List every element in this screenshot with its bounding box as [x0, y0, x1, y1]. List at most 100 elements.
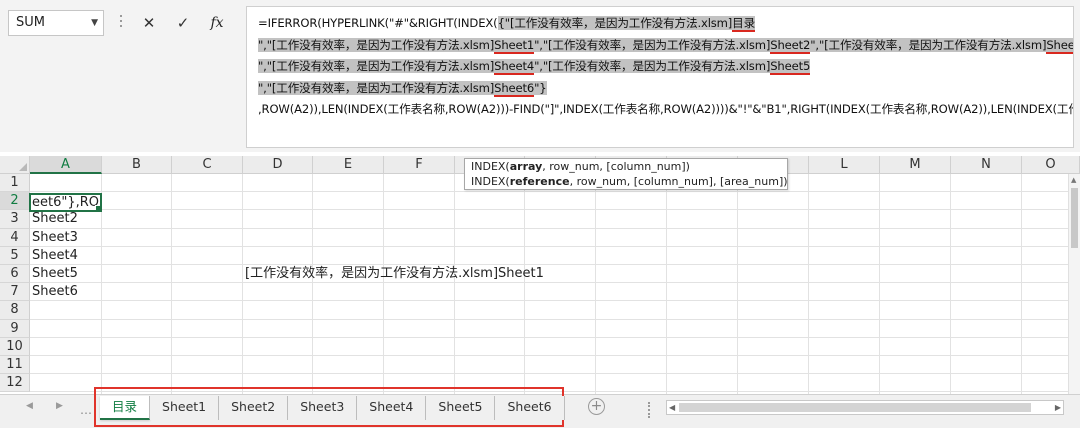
row-header-1[interactable]: 1 [0, 174, 30, 193]
scroll-left-icon[interactable]: ◀ [669, 401, 675, 414]
tooltip-line-2[interactable]: INDEX(reference, row_num, [column_num], … [471, 174, 788, 189]
grid-hline [30, 300, 1080, 302]
formula-input[interactable]: =IFERROR(HYPERLINK("#"&RIGHT(INDEX({"[工作… [246, 6, 1074, 148]
row-header-9[interactable]: 9 [0, 319, 30, 338]
formula-sheet-ref: Sheet1 [494, 37, 535, 54]
column-header-o[interactable]: O [1022, 156, 1080, 174]
formula-sheet-ref: Sheet4 [494, 59, 535, 75]
formula-token: ","[工作没有效率，是因为工作没有方法.xlsm] [534, 59, 771, 73]
formula-token: ","[工作没有效率， [258, 80, 357, 95]
check-icon[interactable]: ✓ [166, 10, 200, 36]
scroll-up-icon[interactable]: ▲ [1071, 176, 1076, 184]
formula-token: ","[工作没有效率，是因为工作没有 [258, 37, 437, 52]
tab-split-handle[interactable] [648, 402, 652, 418]
column-header-e[interactable]: E [313, 156, 384, 174]
formula-token: ","[工作没有效率，是因为工作没有方法.xlsm] [810, 37, 1047, 52]
active-cell-text: Sheet6"},RO [31, 195, 99, 210]
grid-hline [30, 264, 1080, 265]
formula-token: =IFERROR(HYPERLINK("#"&RIGHT(INDEX( [258, 16, 498, 30]
formula-bar-area: SUM ▼ ✕ ✓ fx =IFERROR(HYPERLINK("#"&RIGH… [0, 0, 1080, 152]
row-header-10[interactable]: 10 [0, 337, 30, 356]
cell-a3[interactable]: Sheet2 [32, 210, 78, 228]
scroll-thumb[interactable] [1071, 188, 1078, 248]
column-header-c[interactable]: C [172, 156, 243, 174]
cell-d6[interactable]: [工作没有效率，是因为工作没有方法.xlsm]Sheet1 [245, 265, 544, 283]
tab-prev-icon[interactable]: ◀ [26, 401, 33, 411]
grid-vline [1021, 174, 1022, 394]
row-header-5[interactable]: 5 [0, 246, 30, 265]
column-header-a[interactable]: A [30, 156, 102, 174]
cell-a6[interactable]: Sheet5 [32, 265, 78, 283]
formula-token: "} [534, 80, 547, 95]
grid-vline [737, 174, 738, 394]
grid-hline [30, 318, 1080, 320]
sheet-tabs: 目录 Sheet1 Sheet2 Sheet3 Sheet4 Sheet5 Sheet6 [100, 396, 565, 420]
scroll-right-icon[interactable]: ▶ [1055, 401, 1061, 414]
row-header-3[interactable]: 3 [0, 210, 30, 229]
tab-sheet5[interactable]: Sheet5 [426, 396, 496, 420]
tab-sheet2[interactable]: Sheet2 [219, 396, 289, 420]
grid-hline [30, 373, 1080, 375]
formula-token: ,ROW(A2)),LEN(INDEX(工作表名称,ROW(A2)))-FIND… [258, 102, 762, 116]
sheet-grid[interactable]: ABCDEFGHIJKLMNO 123456789101112 Sheet2Sh… [0, 156, 1080, 394]
sheet-tab-bar: ◀ ▶ … 目录 Sheet1 Sheet2 Sheet3 Sheet4 Sheet5 Sh… [0, 387, 1080, 428]
cell-a4[interactable]: Sheet3 [32, 229, 78, 247]
formula-token: {"[工作没有效率，是因为工作没有方法.xlsm] [497, 16, 733, 30]
formula-token: "[工作没有效率，是因为工作没有方法.xlsm] [266, 59, 495, 73]
close-icon[interactable]: ✕ [132, 10, 166, 36]
horizontal-scrollbar[interactable]: ◀ ▶ [666, 400, 1064, 415]
row-header-2[interactable]: 2 [0, 192, 30, 211]
tab-sheet3[interactable]: Sheet3 [288, 396, 358, 420]
name-box[interactable]: SUM ▼ [8, 10, 104, 36]
insert-function-button[interactable]: fx [200, 10, 234, 36]
grid-hline [30, 191, 1080, 193]
column-header-n[interactable]: N [951, 156, 1022, 174]
formula-token: ", [258, 59, 267, 73]
tab-sheet6[interactable]: Sheet6 [495, 396, 565, 420]
row-header-11[interactable]: 11 [0, 356, 30, 375]
column-header-l[interactable]: L [809, 156, 880, 174]
formula-buttons: ✕ ✓ fx [132, 10, 234, 36]
grid-hline [30, 282, 1080, 284]
row-header-4[interactable]: 4 [0, 228, 30, 247]
row-header-8[interactable]: 8 [0, 301, 30, 320]
grid-vline [950, 174, 951, 394]
chevron-down-icon[interactable]: ▼ [91, 11, 98, 35]
grid-vline [524, 174, 525, 394]
row-header-12[interactable]: 12 [0, 374, 30, 393]
formula-sheet-ref: Sheet2 [770, 37, 811, 54]
column-header-d[interactable]: D [243, 156, 313, 174]
add-sheet-button[interactable]: + [588, 398, 605, 415]
grid-vline [666, 174, 667, 394]
row-header-6[interactable]: 6 [0, 265, 30, 284]
tooltip-line-1[interactable]: INDEX(array, row_num, [column_num]) [471, 159, 787, 174]
grid-vline [383, 174, 384, 394]
grid-hline [30, 336, 1080, 338]
tab-next-icon[interactable]: ▶ [56, 401, 63, 411]
formula-token: 是因为工作没有方法.xlsm] [356, 80, 495, 95]
tab-directory[interactable]: 目录 [100, 396, 151, 420]
column-header-f[interactable]: F [384, 156, 455, 174]
grid-hline [30, 209, 1080, 211]
active-cell[interactable]: Sheet6"},RO [29, 193, 102, 212]
scroll-thumb-horizontal[interactable] [679, 403, 1031, 412]
formula-token: "B1",RIGHT(INDEX(工作表名称,ROW(A2)),LEN(INDE… [761, 102, 1073, 116]
grid-vline [808, 174, 809, 394]
grid-vline [879, 174, 880, 394]
column-header-b[interactable]: B [102, 156, 172, 174]
vertical-scrollbar[interactable]: ▲ [1068, 174, 1080, 394]
formula-sheet-ref: Sheet3 [1046, 37, 1073, 54]
select-all-button[interactable] [0, 156, 30, 174]
cell-a5[interactable]: Sheet4 [32, 247, 78, 265]
function-tooltip: INDEX(array, row_num, [column_num]) INDE… [464, 158, 788, 190]
tab-sheet4[interactable]: Sheet4 [357, 396, 427, 420]
tab-sheet1[interactable]: Sheet1 [150, 396, 220, 420]
row-header-7[interactable]: 7 [0, 283, 30, 302]
grid-hline [30, 355, 1080, 356]
formula-sheet-ref: Sheet6 [494, 80, 535, 97]
cell-a7[interactable]: Sheet6 [32, 283, 78, 301]
grid-vline [595, 174, 596, 394]
more-tabs-icon[interactable]: … [80, 403, 92, 417]
resize-handle[interactable] [118, 12, 124, 32]
column-header-m[interactable]: M [880, 156, 951, 174]
